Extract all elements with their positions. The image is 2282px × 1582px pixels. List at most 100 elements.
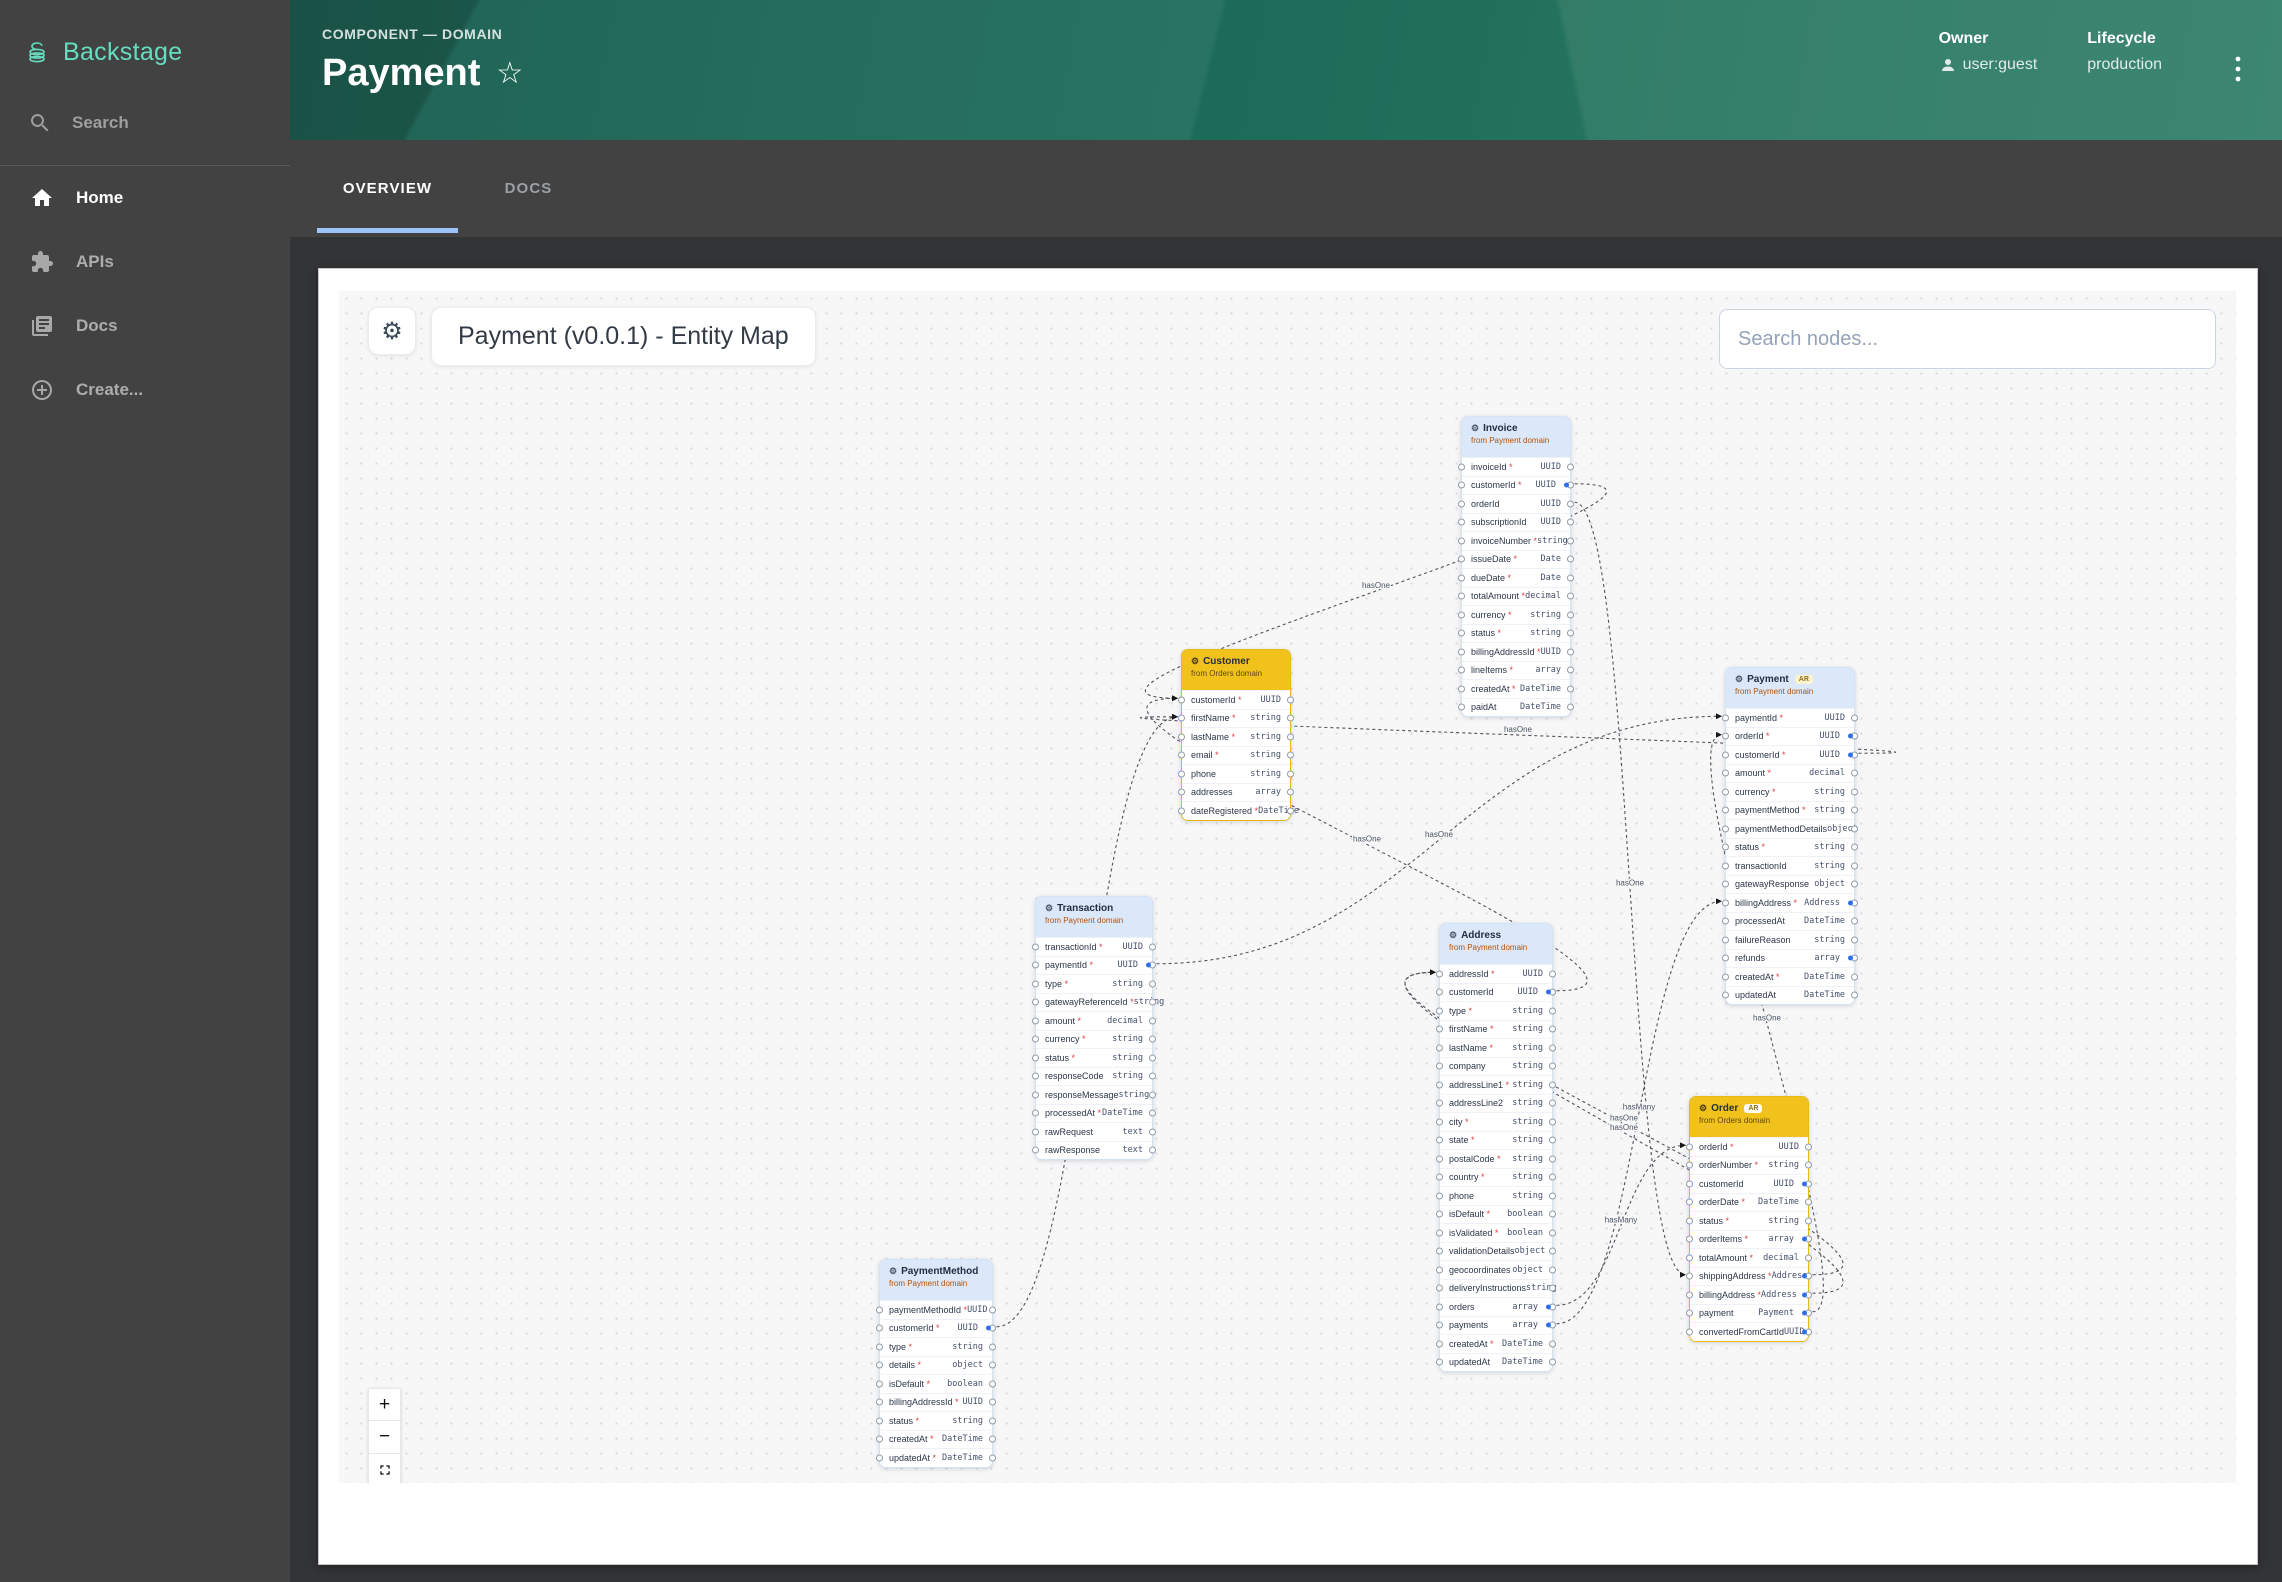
- entity-node-address[interactable]: ⚙ Address from Payment domain addressId * UU…: [1436, 923, 1557, 1372]
- port-right[interactable]: [1149, 1035, 1156, 1043]
- port-left[interactable]: [1436, 1284, 1443, 1292]
- port-right[interactable]: [1149, 1109, 1156, 1117]
- port-left[interactable]: [1458, 555, 1465, 563]
- port-left[interactable]: [876, 1343, 883, 1351]
- port-left[interactable]: [1722, 714, 1729, 722]
- tab-overview[interactable]: OVERVIEW: [317, 140, 458, 237]
- port-left[interactable]: [1032, 998, 1039, 1006]
- port-left[interactable]: [1032, 1109, 1039, 1117]
- port-right[interactable]: [1567, 666, 1574, 674]
- port-left[interactable]: [1686, 1217, 1693, 1225]
- port-left[interactable]: [1458, 574, 1465, 582]
- port-right[interactable]: [1851, 714, 1858, 722]
- port-right[interactable]: [1549, 1136, 1556, 1144]
- port-right[interactable]: [1567, 648, 1574, 656]
- port-right[interactable]: [1549, 1192, 1556, 1200]
- port-left[interactable]: [1032, 943, 1039, 951]
- port-left[interactable]: [1436, 1247, 1443, 1255]
- port-left[interactable]: [1458, 703, 1465, 711]
- port-left[interactable]: [1722, 936, 1729, 944]
- port-left[interactable]: [1686, 1161, 1693, 1169]
- port-right[interactable]: [1851, 991, 1858, 999]
- port-left[interactable]: [1686, 1143, 1693, 1151]
- port-right[interactable]: [1149, 1072, 1156, 1080]
- port-right[interactable]: [1287, 751, 1294, 759]
- port-left[interactable]: [1436, 1118, 1443, 1126]
- entity-node-payment[interactable]: ⚙ Payment AR from Payment domain paymentId *…: [1722, 667, 1858, 1005]
- port-right[interactable]: [1567, 537, 1574, 545]
- port-left[interactable]: [876, 1380, 883, 1388]
- port-right[interactable]: [1805, 1217, 1812, 1225]
- port-left[interactable]: [1458, 611, 1465, 619]
- port-left[interactable]: [1458, 481, 1465, 489]
- port-right[interactable]: [1567, 592, 1574, 600]
- port-left[interactable]: [1722, 769, 1729, 777]
- port-right[interactable]: [989, 1380, 996, 1388]
- port-right[interactable]: [1567, 629, 1574, 637]
- port-left[interactable]: [1436, 1266, 1443, 1274]
- port-right[interactable]: [1549, 1340, 1556, 1348]
- port-left[interactable]: [1436, 1210, 1443, 1218]
- port-right[interactable]: [1287, 733, 1294, 741]
- port-left[interactable]: [1178, 696, 1185, 704]
- port-left[interactable]: [1686, 1328, 1693, 1336]
- port-right[interactable]: [1149, 1128, 1156, 1136]
- zoom-out-button[interactable]: −: [368, 1421, 401, 1454]
- port-left[interactable]: [1436, 1173, 1443, 1181]
- port-left[interactable]: [1458, 537, 1465, 545]
- port-right[interactable]: [989, 1435, 996, 1443]
- port-left[interactable]: [1032, 1091, 1039, 1099]
- port-left[interactable]: [1722, 954, 1729, 962]
- port-left[interactable]: [1436, 1136, 1443, 1144]
- port-left[interactable]: [1032, 961, 1039, 969]
- port-left[interactable]: [1178, 751, 1185, 759]
- port-right[interactable]: [1287, 788, 1294, 796]
- port-right[interactable]: [1287, 696, 1294, 704]
- port-left[interactable]: [1436, 1007, 1443, 1015]
- port-left[interactable]: [1436, 1025, 1443, 1033]
- port-left[interactable]: [1032, 1072, 1039, 1080]
- app-logo[interactable]: Backstage: [0, 0, 290, 97]
- port-left[interactable]: [1686, 1235, 1693, 1243]
- sidebar-item-docs[interactable]: Docs: [0, 294, 290, 358]
- port-left[interactable]: [1458, 592, 1465, 600]
- port-left[interactable]: [876, 1306, 883, 1314]
- port-left[interactable]: [1032, 1035, 1039, 1043]
- port-left[interactable]: [1686, 1198, 1693, 1206]
- port-right[interactable]: [1549, 1247, 1556, 1255]
- port-right[interactable]: [1549, 1266, 1556, 1274]
- port-right[interactable]: [1805, 1198, 1812, 1206]
- port-left[interactable]: [876, 1435, 883, 1443]
- map-settings-button[interactable]: ⚙: [368, 307, 416, 355]
- port-right[interactable]: [989, 1343, 996, 1351]
- port-left[interactable]: [1458, 629, 1465, 637]
- port-right[interactable]: [1149, 1054, 1156, 1062]
- favorite-star-icon[interactable]: ☆: [496, 58, 523, 89]
- port-left[interactable]: [1686, 1272, 1693, 1280]
- sidebar-item-create[interactable]: Create...: [0, 358, 290, 422]
- port-left[interactable]: [1178, 788, 1185, 796]
- port-right[interactable]: [1549, 1062, 1556, 1070]
- port-left[interactable]: [1722, 825, 1729, 833]
- port-right[interactable]: [989, 1398, 996, 1406]
- port-left[interactable]: [876, 1417, 883, 1425]
- sidebar-item-home[interactable]: Home: [0, 166, 290, 230]
- port-right[interactable]: [1567, 685, 1574, 693]
- port-left[interactable]: [1436, 1044, 1443, 1052]
- port-right[interactable]: [1567, 500, 1574, 508]
- port-right[interactable]: [1567, 703, 1574, 711]
- port-left[interactable]: [1686, 1254, 1693, 1262]
- port-left[interactable]: [1458, 518, 1465, 526]
- port-left[interactable]: [1722, 788, 1729, 796]
- port-left[interactable]: [876, 1398, 883, 1406]
- port-left[interactable]: [1436, 1321, 1443, 1329]
- port-left[interactable]: [1458, 685, 1465, 693]
- port-right[interactable]: [1549, 970, 1556, 978]
- port-left[interactable]: [1722, 732, 1729, 740]
- entity-node-order[interactable]: ⚙ Order AR from Orders domain orderId * UUID o…: [1686, 1096, 1812, 1342]
- port-right[interactable]: [1549, 1118, 1556, 1126]
- owner-value[interactable]: user:guest: [1963, 56, 2038, 74]
- port-right[interactable]: [1805, 1143, 1812, 1151]
- entity-map-canvas[interactable]: hasOnehasOnehasOnehasOnehasOnehasOnehasM…: [339, 291, 2236, 1483]
- port-left[interactable]: [1722, 899, 1729, 907]
